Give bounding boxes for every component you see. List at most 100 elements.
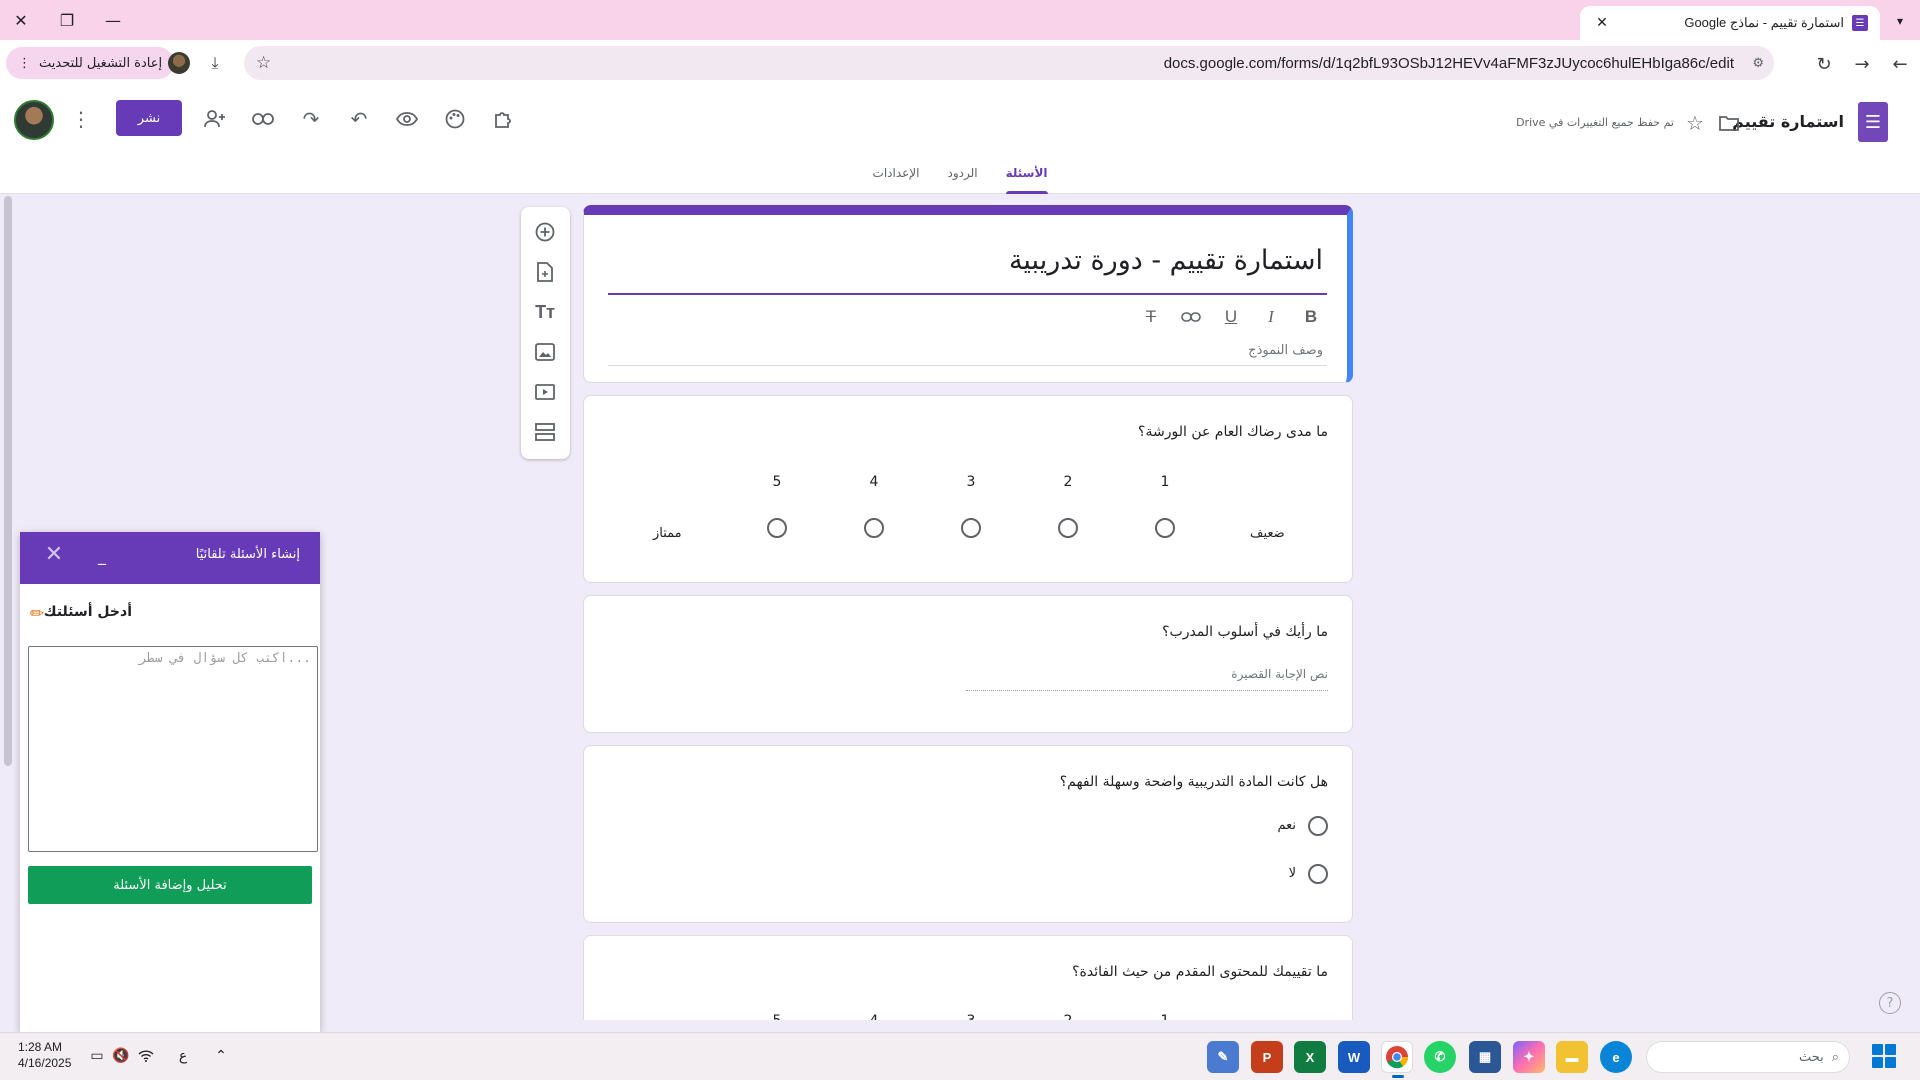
paint-app-icon[interactable]: ✎ <box>1207 1041 1239 1073</box>
scale-number: 5 <box>772 474 782 490</box>
minimize-window-icon[interactable]: — <box>98 6 128 34</box>
store-app-icon[interactable]: ▦ <box>1469 1041 1501 1073</box>
scale-number: 5 <box>767 1013 787 1020</box>
tab-search-icon[interactable]: ▾ <box>1886 8 1914 34</box>
question-card-1[interactable]: ما مدى رضاك العام عن الورشة؟ 1 2 3 4 5 ض… <box>583 395 1353 583</box>
profile-avatar[interactable] <box>168 52 190 74</box>
scale-number: 2 <box>1063 474 1073 490</box>
scale-radio-4[interactable] <box>864 518 884 538</box>
wifi-icon[interactable] <box>135 1045 157 1067</box>
bookmark-star-icon[interactable]: ☆ <box>256 53 271 73</box>
omnibox[interactable]: ☆ docs.google.com/forms/d/1q2bfL93OSbJ12… <box>244 46 1774 80</box>
preview-eye-icon[interactable] <box>392 104 422 134</box>
panel-header: ✕ _ إنشاء الأسئلة تلقائيًا <box>20 532 320 584</box>
copilot-app-icon[interactable]: ✦ <box>1513 1041 1545 1073</box>
restore-window-icon[interactable]: ❐ <box>52 6 82 34</box>
description-underline <box>608 365 1327 366</box>
publish-button[interactable]: نشر <box>116 100 182 136</box>
site-info-icon[interactable]: ⚙ <box>1752 56 1764 71</box>
undo-icon[interactable]: ↶ <box>344 104 374 134</box>
help-icon[interactable]: ? <box>1879 992 1901 1014</box>
tab-settings[interactable]: الإعدادات <box>873 158 920 194</box>
redo-icon[interactable]: ↷ <box>296 104 326 134</box>
edge-app-icon[interactable]: e <box>1600 1041 1632 1073</box>
download-icon[interactable]: ⤓ <box>202 50 228 76</box>
browser-tab[interactable]: ☰ استمارة تقييم - نماذج Google ✕ <box>1580 6 1880 40</box>
scale-number: 4 <box>869 474 879 490</box>
add-video-icon[interactable] <box>530 377 560 407</box>
star-icon[interactable]: ☆ <box>1680 108 1710 138</box>
scale-radio-1[interactable] <box>1155 518 1175 538</box>
back-icon[interactable]: ← <box>1884 48 1916 80</box>
taskbar-search[interactable]: ⌕ بحث <box>1646 1041 1850 1073</box>
link-format-icon[interactable] <box>1177 303 1205 331</box>
add-title-icon[interactable]: Tт <box>530 297 560 327</box>
add-collaborator-icon[interactable] <box>200 104 230 134</box>
user-avatar[interactable] <box>14 100 54 140</box>
underline-icon[interactable]: U <box>1217 303 1245 331</box>
excel-app-icon[interactable]: X <box>1294 1041 1326 1073</box>
clock[interactable]: 1:28 AM 4/16/2025 <box>18 1039 71 1071</box>
powerpoint-app-icon[interactable]: P <box>1251 1041 1283 1073</box>
volume-muted-icon[interactable]: 🔇 <box>110 1045 132 1067</box>
panel-minimize-icon[interactable]: _ <box>92 546 112 565</box>
panel-subtitle: أدخل أسئلتك <box>43 604 132 620</box>
question-text[interactable]: هل كانت المادة التدريبية واضحة وسهلة الف… <box>1060 774 1328 790</box>
import-questions-icon[interactable] <box>530 257 560 287</box>
reload-icon[interactable]: ↻ <box>1808 48 1840 80</box>
question-card-4[interactable]: ما تقييمك للمحتوى المقدم من حيث الفائدة؟… <box>583 935 1353 1020</box>
add-section-icon[interactable] <box>530 417 560 447</box>
start-windows-icon[interactable] <box>1872 1044 1896 1068</box>
add-question-icon[interactable] <box>530 217 560 247</box>
question-text[interactable]: ما مدى رضاك العام عن الورشة؟ <box>1138 424 1328 440</box>
option-label[interactable]: لا <box>1289 866 1296 881</box>
option-radio-no[interactable] <box>1308 864 1328 884</box>
scale-radio-2[interactable] <box>1058 518 1078 538</box>
option-radio-yes[interactable] <box>1308 816 1328 836</box>
whatsapp-app-icon[interactable]: ✆ <box>1424 1041 1456 1073</box>
tab-close-icon[interactable]: ✕ <box>1592 15 1612 31</box>
question-card-2[interactable]: ما رأيك في أسلوب المدرب؟ نص الإجابة القص… <box>583 595 1353 733</box>
battery-icon[interactable]: ▭ <box>86 1045 108 1067</box>
forward-icon[interactable]: → <box>1846 48 1878 80</box>
palette-icon[interactable] <box>440 104 470 134</box>
scale-low-label: ضعيف <box>1250 526 1285 541</box>
tab-questions[interactable]: الأسئلة <box>1005 158 1048 194</box>
relaunch-button[interactable]: إعادة التشغيل للتحديث ⋮ <box>6 47 175 79</box>
tray-chevron-icon[interactable]: ⌃ <box>210 1045 232 1067</box>
url-text[interactable]: docs.google.com/forms/d/1q2bfL93OSbJ12HE… <box>1164 55 1734 72</box>
questions-textarea[interactable] <box>28 646 318 852</box>
question-text[interactable]: ما تقييمك للمحتوى المقدم من حيث الفائدة؟ <box>1072 964 1328 980</box>
link-icon[interactable] <box>248 104 278 134</box>
file-explorer-icon[interactable]: ▬ <box>1556 1041 1588 1073</box>
analyze-add-button[interactable]: تحليل وإضافة الأسئلة <box>28 866 312 904</box>
scale-radio-5[interactable] <box>767 518 787 538</box>
folder-icon[interactable] <box>1714 108 1744 138</box>
chrome-app-icon[interactable] <box>1381 1041 1413 1078</box>
bold-icon[interactable]: B <box>1297 303 1325 331</box>
word-app-icon[interactable]: W <box>1338 1041 1370 1073</box>
clear-format-icon[interactable]: T <box>1137 303 1165 331</box>
question-card-4-clip: ما تقييمك للمحتوى المقدم من حيث الفائدة؟… <box>583 935 1353 1020</box>
language-indicator[interactable]: ع <box>172 1045 194 1067</box>
form-title[interactable]: استمارة تقييم - دورة تدريبية <box>1009 245 1323 276</box>
search-icon: ⌕ <box>1831 1049 1839 1065</box>
forms-header: ☰ استمارة تقييم ☆ تم حفظ جميع التغييرات … <box>0 86 1920 194</box>
form-tabs: الأسئلة الردود الإعدادات <box>0 158 1920 194</box>
doc-title[interactable]: استمارة تقييم <box>1732 112 1844 131</box>
option-label[interactable]: نعم <box>1277 818 1296 833</box>
form-description[interactable]: وصف النموذج <box>1248 343 1323 358</box>
question-card-3[interactable]: هل كانت المادة التدريبية واضحة وسهلة الف… <box>583 745 1353 923</box>
forms-logo-icon[interactable]: ☰ <box>1858 102 1888 142</box>
tab-responses[interactable]: الردود <box>947 158 977 194</box>
scale-radio-3[interactable] <box>961 518 981 538</box>
more-options-icon[interactable]: ⋮ <box>66 104 96 134</box>
page-scrollbar[interactable] <box>4 196 12 766</box>
close-window-icon[interactable]: ✕ <box>6 6 36 34</box>
add-image-icon[interactable] <box>530 337 560 367</box>
italic-icon[interactable]: I <box>1257 303 1285 331</box>
question-text[interactable]: ما رأيك في أسلوب المدرب؟ <box>1162 624 1328 640</box>
scale-number: 3 <box>961 1013 981 1020</box>
addon-puzzle-icon[interactable] <box>488 104 518 134</box>
panel-close-icon[interactable]: ✕ <box>44 542 64 567</box>
